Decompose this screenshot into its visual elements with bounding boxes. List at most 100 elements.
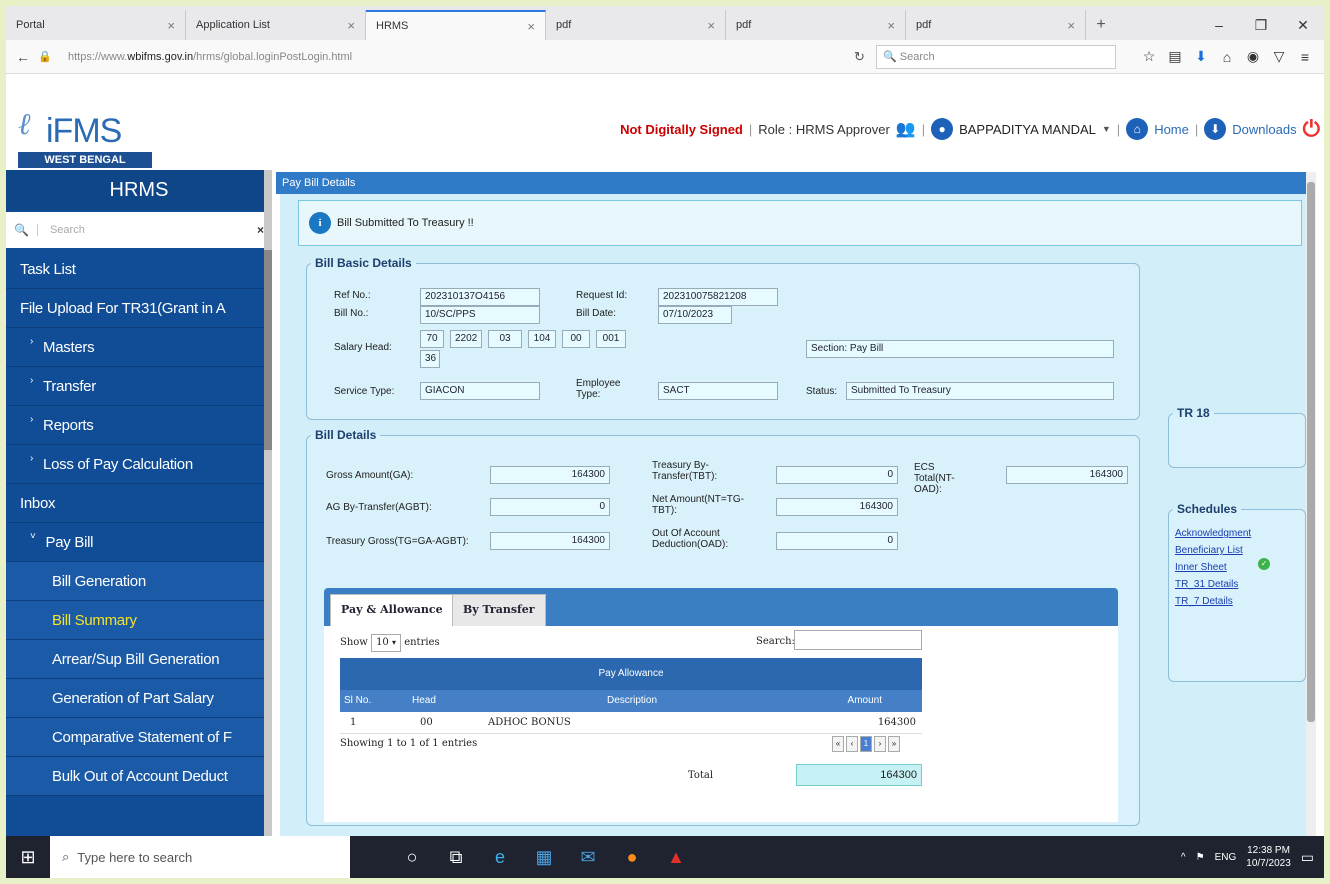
close-tab-icon[interactable]: ×: [707, 18, 715, 33]
downloads-link[interactable]: Downloads: [1232, 122, 1296, 137]
section-title: Pay Bill Details: [276, 172, 1316, 194]
main-scrollbar[interactable]: [1306, 172, 1316, 836]
column-head[interactable]: Head: [382, 690, 482, 712]
sidebar-item-task-list[interactable]: Task List: [6, 250, 272, 289]
sidebar-item-pay-bill[interactable]: ˅ Pay Bill: [6, 523, 272, 562]
acrobat-icon[interactable]: ▲: [654, 836, 698, 878]
tray-chevron-icon[interactable]: ^: [1181, 852, 1186, 863]
sidebar-item-bill-summary[interactable]: Bill Summary: [6, 601, 272, 640]
sidebar-item-arrear-bill[interactable]: Arrear/Sup Bill Generation: [6, 640, 272, 679]
scrollbar-thumb[interactable]: [264, 250, 272, 450]
ifms-logo[interactable]: ℓ iFMS WEST BENGAL: [16, 102, 152, 168]
close-window-icon[interactable]: ✕: [1282, 17, 1324, 34]
column-description[interactable]: Description: [482, 690, 782, 712]
success-alert: i Bill Submitted To Treasury !!: [298, 200, 1302, 246]
salary-head-part: 2202: [450, 330, 482, 348]
minimize-icon[interactable]: –: [1198, 17, 1240, 33]
close-tab-icon[interactable]: ×: [167, 18, 175, 33]
clear-search-icon[interactable]: ×: [257, 223, 264, 237]
sidebar-item-loss-of-pay[interactable]: › Loss of Pay Calculation: [6, 445, 272, 484]
entries-control: Show 10 ▾ entries: [340, 634, 440, 652]
home-icon[interactable]: ⌂: [1214, 49, 1240, 65]
browser-tab[interactable]: pdf ×: [906, 10, 1086, 40]
sidebar-item-inbox[interactable]: Inbox: [6, 484, 272, 523]
close-tab-icon[interactable]: ×: [887, 18, 895, 33]
address-bar[interactable]: https://www. wbifms.gov.in/hrms/global.lo…: [62, 45, 848, 69]
column-sl-no[interactable]: Sl No.: [340, 690, 382, 712]
sidebar-item-bill-generation[interactable]: Bill Generation: [6, 562, 272, 601]
sidebar-search-input[interactable]: 🔍 Search ×: [6, 212, 272, 248]
close-tab-icon[interactable]: ×: [347, 18, 355, 33]
clock[interactable]: 12:38 PM 10/7/2023: [1246, 844, 1291, 870]
home-link[interactable]: Home: [1154, 122, 1189, 137]
task-view-icon[interactable]: ⧉: [434, 836, 478, 878]
sidebar-item-label: Loss of Pay Calculation: [43, 455, 193, 473]
tr7-details-link[interactable]: TR_7 Details: [1175, 596, 1305, 607]
language-indicator[interactable]: ENG: [1215, 852, 1237, 863]
browser-tab[interactable]: Application List ×: [186, 10, 366, 40]
sidebar-item-transfer[interactable]: › Transfer: [6, 367, 272, 406]
first-page-icon[interactable]: «: [832, 736, 844, 752]
sidebar-item-masters[interactable]: › Masters: [6, 328, 272, 367]
tab-pay-allowance[interactable]: Pay & Allowance: [330, 594, 454, 626]
sidebar-item-label: Transfer: [43, 377, 96, 395]
library-icon[interactable]: ▤: [1162, 48, 1188, 65]
sidebar-scrollbar[interactable]: [264, 170, 272, 836]
browser-search-input[interactable]: 🔍 Search: [876, 44, 1116, 69]
next-page-icon[interactable]: ›: [874, 736, 886, 752]
notifications-icon[interactable]: ▭: [1301, 849, 1314, 866]
browser-tab[interactable]: pdf ×: [546, 10, 726, 40]
cell-sl-no: 1: [340, 712, 382, 734]
network-icon[interactable]: ⚑: [1196, 852, 1205, 863]
acknowledgment-link[interactable]: Acknowledgment: [1175, 528, 1305, 539]
clock-time: 12:38 PM: [1247, 845, 1290, 856]
maximize-icon[interactable]: ❐: [1240, 17, 1282, 34]
page-button[interactable]: 1: [860, 736, 872, 752]
column-amount[interactable]: Amount: [782, 690, 922, 712]
prev-page-icon[interactable]: ‹: [846, 736, 858, 752]
browser-tab[interactable]: Portal ×: [6, 10, 186, 40]
download-icon[interactable]: ⬇: [1188, 48, 1214, 65]
last-page-icon[interactable]: »: [888, 736, 900, 752]
table-search-input[interactable]: [794, 630, 922, 650]
menu-icon[interactable]: ≡: [1292, 49, 1318, 65]
sidebar-item-file-upload[interactable]: File Upload For TR31(Grant in A: [6, 289, 272, 328]
taskbar-search-input[interactable]: ⌕ Type here to search: [50, 836, 350, 878]
edge-icon[interactable]: e: [478, 836, 522, 878]
new-tab-icon[interactable]: +: [1086, 10, 1116, 40]
windows-start-icon[interactable]: ⊞: [6, 847, 50, 868]
browser-tab-active[interactable]: HRMS ×: [366, 10, 546, 40]
salary-head-label: Salary Head:: [334, 342, 392, 353]
tab-by-transfer[interactable]: By Transfer: [452, 594, 546, 626]
bookmark-star-icon[interactable]: ☆: [1136, 48, 1162, 65]
close-tab-icon[interactable]: ×: [1067, 18, 1075, 33]
salary-head-part: 03: [488, 330, 522, 348]
pocket-icon[interactable]: ▽: [1266, 48, 1292, 65]
tr18-fieldset: TR 18: [1168, 406, 1306, 468]
sidebar-item-reports[interactable]: › Reports: [6, 406, 272, 445]
store-icon[interactable]: ▦: [522, 836, 566, 878]
chevron-down-icon[interactable]: ▼: [1102, 124, 1111, 134]
fieldset-legend: Bill Details: [315, 428, 377, 442]
switch-role-icon[interactable]: 👥: [896, 119, 916, 139]
firefox-icon[interactable]: ●: [610, 836, 654, 878]
entries-select[interactable]: 10 ▾: [371, 634, 401, 652]
back-icon[interactable]: ←: [12, 49, 34, 65]
downloads-icon[interactable]: ⬇: [1204, 118, 1227, 140]
logout-power-icon[interactable]: ⏻: [1303, 116, 1320, 142]
home-icon[interactable]: ⌂: [1126, 118, 1149, 140]
reload-icon[interactable]: ↻: [854, 49, 876, 65]
tr31-details-link[interactable]: TR_31 Details: [1175, 579, 1305, 590]
inner-sheet-link[interactable]: Inner Sheet: [1175, 562, 1305, 573]
user-name[interactable]: BAPPADITYA MANDAL: [959, 122, 1096, 137]
mail-icon[interactable]: ✉: [566, 836, 610, 878]
account-icon[interactable]: ◉: [1240, 48, 1266, 65]
sidebar-item-comparative-statement[interactable]: Comparative Statement of F: [6, 718, 272, 757]
cortana-icon[interactable]: ○: [390, 836, 434, 878]
browser-tab[interactable]: pdf ×: [726, 10, 906, 40]
close-tab-icon[interactable]: ×: [527, 19, 535, 34]
beneficiary-list-link[interactable]: Beneficiary List: [1175, 545, 1305, 556]
sidebar-item-bulk-deduction[interactable]: Bulk Out of Account Deduct: [6, 757, 272, 796]
sidebar-item-part-salary[interactable]: Generation of Part Salary: [6, 679, 272, 718]
scrollbar-thumb[interactable]: [1307, 182, 1315, 722]
